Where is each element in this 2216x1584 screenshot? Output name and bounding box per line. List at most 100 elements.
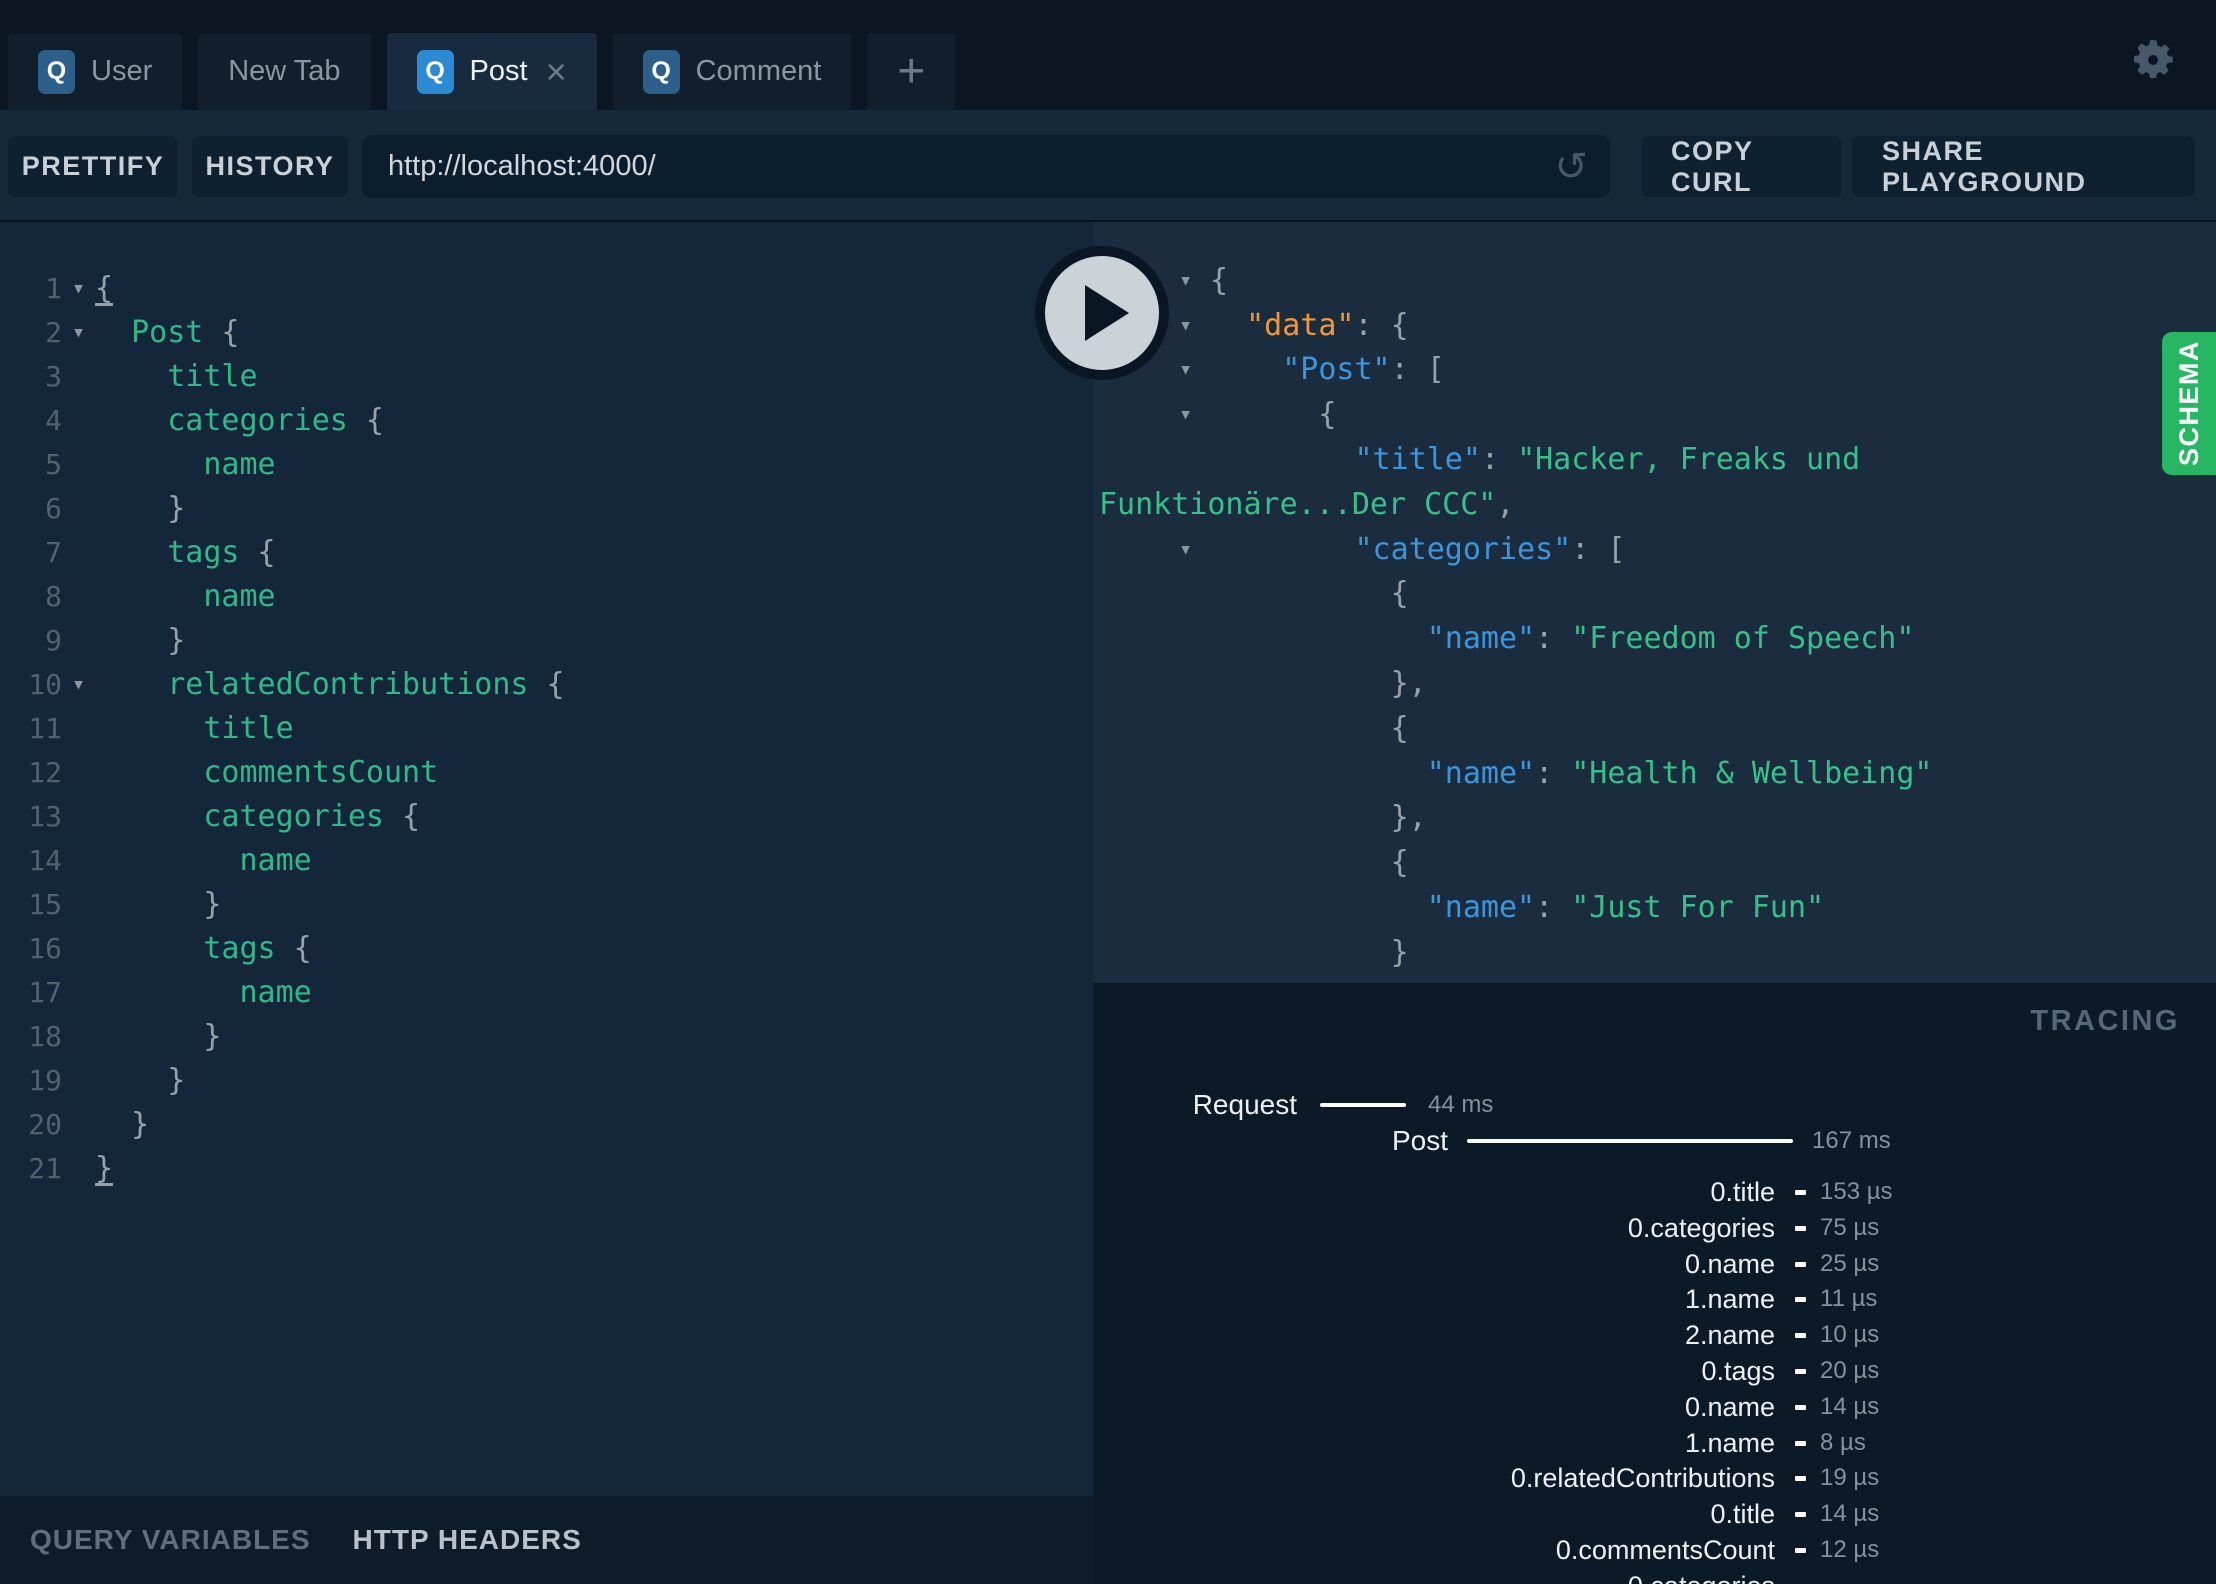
execute-query-button[interactable] (1035, 246, 1169, 380)
response-json: ▾{▾ "data": {▾ "Post": [▾ { "title": "Ha… (1093, 258, 2216, 983)
http-headers-tab[interactable]: HTTP HEADERS (353, 1524, 582, 1556)
fold-arrow-icon[interactable]: ▾ (62, 320, 95, 345)
code-text: name (95, 975, 312, 1010)
token: name (239, 842, 312, 878)
play-circle (1045, 256, 1159, 370)
token: : { (1354, 307, 1409, 343)
fold-arrow-icon[interactable]: ▾ (62, 672, 95, 697)
prettify-button[interactable]: PRETTIFY (8, 136, 178, 197)
resolver-duration-text: 153 µs (1820, 1178, 1893, 1205)
tracing-resolver-row: 1.name 11 µs (1093, 1282, 2216, 1316)
response-line: { (1093, 706, 2216, 751)
token: title (167, 358, 258, 394)
code-text: } (95, 1151, 113, 1186)
editor-line: 6 } (0, 486, 1093, 530)
resolver-path: 1.name (1684, 1427, 1775, 1458)
line-number: 17 (28, 975, 62, 1009)
code-text: title (95, 358, 258, 394)
resolver-duration-bar (1795, 1476, 1806, 1482)
editor-line: 5 name (0, 442, 1093, 486)
editor-line: 12 commentsCount (0, 750, 1093, 794)
token: { (1390, 576, 1409, 612)
code-text: tags { (95, 535, 275, 570)
tracing-resolver-row: 0.title 14 µs (1093, 1497, 2216, 1531)
query-editor[interactable]: 1 ▾{2 ▾ Post {3 title 4 categories {5 name 6… (0, 266, 1093, 1190)
fold-arrow-icon[interactable]: ▾ (1179, 348, 1192, 393)
history-button[interactable]: HISTORY (192, 136, 348, 197)
fold-arrow-icon[interactable]: ▾ (62, 276, 95, 301)
code-text: commentsCount (95, 755, 438, 790)
tab-label: User (91, 55, 153, 87)
query-variables-tab[interactable]: QUERY VARIABLES (30, 1524, 311, 1556)
response-line: ▾ "Post": [ (1093, 348, 2216, 393)
top-bar: Q User New Tab Q Post × Q Comment + (0, 0, 2216, 110)
tab-new-tab[interactable]: New Tab (198, 33, 371, 110)
resolver-path: 0.title (1710, 1177, 1775, 1207)
line-number: 14 (28, 843, 62, 877)
token: }, (1390, 800, 1427, 836)
token: { (203, 314, 240, 350)
token: name (203, 578, 276, 614)
response-line: { (1093, 572, 2216, 617)
graphql-playground-window: Q User New Tab Q Post × Q Comment + PRETTIFY HIS… (0, 0, 2216, 1584)
resolver-duration-text: 19 µs (1820, 1464, 1880, 1492)
response-line: ▾ { (1093, 392, 2216, 437)
line-number: 16 (28, 931, 62, 965)
reload-schema-icon[interactable]: ↺ (1554, 144, 1610, 190)
fold-arrow-icon[interactable]: ▾ (1179, 392, 1192, 437)
resolver-duration-text: 10 µs (1820, 1321, 1880, 1349)
line-number: 5 (45, 447, 62, 481)
schema-side-tab[interactable]: SCHEMA (2162, 332, 2216, 475)
token: : (1535, 890, 1572, 926)
token: } (95, 1150, 114, 1186)
tab-post[interactable]: Q Post × (386, 33, 597, 110)
token: } (203, 886, 222, 922)
code-text: } (95, 1107, 149, 1142)
fold-arrow-icon[interactable]: ▾ (1179, 527, 1192, 572)
token: { (528, 666, 565, 702)
response-line: Funktionäre...Der CCC", (1093, 482, 2216, 527)
resolver-path: 0.name (1684, 1391, 1775, 1422)
resolver-path: 0.categories (1093, 1569, 1775, 1584)
line-number: 21 (28, 1151, 62, 1185)
fold-arrow-icon[interactable]: ▾ (1179, 303, 1192, 348)
token: } (1390, 934, 1409, 970)
tracing-resolver-row: 0.tags 20 µs (1093, 1354, 2216, 1388)
fold-arrow-icon[interactable]: ▾ (1179, 258, 1192, 303)
schema-tab-label: SCHEMA (2173, 340, 2204, 467)
editor-line: 2 ▾ Post { (0, 310, 1093, 354)
line-number: 12 (28, 755, 62, 789)
new-tab-button[interactable]: + (867, 33, 956, 110)
resolver-duration-text: 75 µs (1820, 1213, 1880, 1241)
resolver-duration-bar (1795, 1440, 1806, 1446)
token: commentsCount (203, 754, 439, 790)
editor-line: 9 } (0, 618, 1093, 662)
resolver-duration-bar (1795, 1190, 1806, 1195)
tab-user[interactable]: Q User (8, 33, 183, 110)
settings-gear-icon[interactable] (2128, 35, 2178, 85)
line-number: 7 (45, 535, 62, 569)
copy-curl-button[interactable]: COPY CURL (1641, 136, 1842, 197)
code-text: } (95, 1019, 221, 1054)
token: } (203, 1018, 222, 1054)
close-tab-icon[interactable]: × (546, 53, 567, 90)
share-playground-button[interactable]: SHARE PLAYGROUND (1852, 136, 2195, 197)
endpoint-url-input[interactable] (362, 150, 1555, 183)
resolver-duration-bar (1795, 1333, 1806, 1339)
token: { (275, 930, 312, 966)
tab-comment[interactable]: Q Comment (612, 33, 852, 110)
token: categories (203, 798, 384, 834)
line-number: 18 (28, 1019, 62, 1053)
tracing-resolver-row: 0.categories 75 µs (1093, 1211, 2216, 1245)
line-number: 15 (28, 887, 62, 921)
editor-line: 15 } (0, 882, 1093, 926)
token: "name" (1426, 621, 1536, 657)
